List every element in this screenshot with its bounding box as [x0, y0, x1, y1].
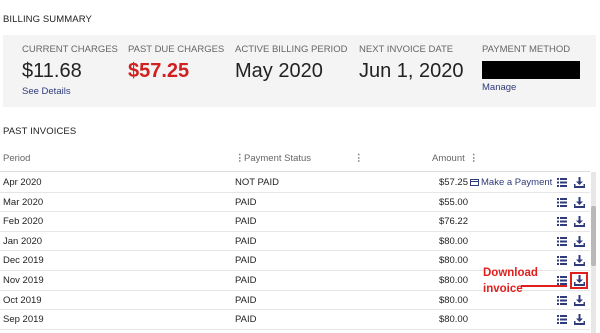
list-icon[interactable]	[557, 197, 567, 207]
manage-payment-link[interactable]: Manage	[482, 82, 580, 93]
active-billing-period: ACTIVE BILLING PERIOD May 2020	[235, 44, 347, 83]
invoice-amount: $55.00	[438, 196, 468, 208]
download-icon[interactable]	[574, 294, 585, 306]
invoice-period: Dec 2019	[3, 255, 44, 267]
active-period-label: ACTIVE BILLING PERIOD	[235, 44, 348, 55]
annotation-line-1: Download	[483, 267, 538, 279]
billing-summary-title: BILLING SUMMARY	[3, 14, 92, 25]
invoice-period: Nov 2019	[3, 274, 44, 286]
table-row: Jan 2020 PAID $80.00	[0, 232, 590, 252]
payment-method: PAYMENT METHOD Manage	[482, 44, 580, 93]
invoice-period: Mar 2020	[3, 196, 44, 208]
invoice-amount: $80.00	[438, 235, 468, 247]
invoice-amount: $80.00	[438, 274, 468, 286]
invoice-amount: $80.00	[438, 255, 468, 267]
invoice-amount: $57.25	[438, 177, 468, 188]
download-icon[interactable]	[574, 235, 585, 247]
list-icon[interactable]	[557, 178, 567, 187]
list-icon[interactable]	[557, 275, 567, 285]
annotation-arrow	[521, 285, 567, 287]
list-icon[interactable]	[557, 256, 567, 266]
invoices-table: Period ⋮ Payment Status ⋮ Amount ⋮ Apr 2…	[0, 146, 600, 333]
invoice-period: Oct 2019	[3, 294, 42, 306]
download-icon[interactable]	[574, 255, 585, 267]
past-due-charges: PAST DUE CHARGES $57.25	[128, 44, 224, 83]
column-header-status[interactable]: Payment Status	[244, 153, 311, 164]
payment-status: PAID	[235, 314, 257, 326]
column-header-amount[interactable]: Amount	[432, 153, 465, 164]
table-row: Sep 2019 PAID $80.00	[0, 310, 590, 330]
invoice-amount: $80.00	[438, 314, 468, 326]
credit-card-icon	[470, 178, 479, 186]
column-header-period[interactable]: Period	[3, 153, 30, 164]
payment-method-redacted	[482, 61, 580, 79]
download-icon[interactable]	[574, 177, 585, 188]
table-header: Period ⋮ Payment Status ⋮ Amount ⋮	[0, 146, 590, 172]
table-scrollbar[interactable]	[591, 172, 596, 333]
next-invoice-date: NEXT INVOICE DATE Jun 1, 2020	[359, 44, 464, 83]
see-details-link[interactable]: See Details	[22, 86, 118, 97]
payment-status: PAID	[235, 196, 257, 208]
payment-status: PAID	[235, 216, 257, 228]
download-icon[interactable]	[574, 216, 585, 228]
invoice-period: Sep 2019	[3, 314, 44, 326]
table-row: Mar 2020 PAID $55.00	[0, 193, 590, 213]
past-due-value: $57.25	[128, 60, 190, 82]
payment-status: PAID	[235, 274, 257, 286]
invoice-period: Jan 2020	[3, 235, 43, 247]
next-invoice-value: Jun 1, 2020	[359, 60, 464, 82]
download-icon[interactable]	[574, 314, 585, 326]
download-highlight-box	[570, 271, 588, 289]
payment-status: NOT PAID	[235, 177, 279, 188]
make-payment-label: Make a Payment	[481, 177, 553, 188]
payment-status: PAID	[235, 235, 257, 247]
invoice-amount: $76.22	[438, 216, 468, 228]
column-resize-handle[interactable]: ⋮	[469, 153, 479, 164]
billing-summary-panel: CURRENT CHARGES $11.68 See Details PAST …	[3, 35, 596, 107]
list-icon[interactable]	[557, 295, 567, 305]
download-icon[interactable]	[574, 196, 585, 208]
download-invoice-annotation: Download invoice	[483, 265, 538, 297]
invoice-amount: $80.00	[438, 294, 468, 306]
annotation-line-2: invoice	[483, 283, 523, 295]
table-row: Apr 2020 NOT PAID $57.25 Make a Payment	[0, 173, 590, 193]
past-due-label: PAST DUE CHARGES	[128, 44, 225, 55]
active-period-value: May 2020	[235, 60, 323, 82]
table-row: Feb 2020 PAID $76.22	[0, 212, 590, 232]
list-icon[interactable]	[557, 315, 567, 325]
scrollbar-thumb[interactable]	[591, 206, 596, 266]
payment-status: PAID	[235, 294, 257, 306]
invoice-period: Apr 2020	[3, 177, 42, 188]
payment-status: PAID	[235, 255, 257, 267]
current-charges-label: CURRENT CHARGES	[22, 44, 118, 55]
payment-method-label: PAYMENT METHOD	[482, 44, 571, 55]
list-icon[interactable]	[557, 236, 567, 246]
list-icon[interactable]	[557, 217, 567, 227]
table-body: Apr 2020 NOT PAID $57.25 Make a Payment …	[0, 173, 590, 330]
current-charges: CURRENT CHARGES $11.68 See Details	[22, 44, 118, 97]
past-invoices-title: PAST INVOICES	[3, 126, 77, 137]
column-resize-handle[interactable]: ⋮	[354, 153, 364, 164]
current-charges-value: $11.68	[22, 60, 82, 82]
invoice-period: Feb 2020	[3, 216, 44, 228]
next-invoice-label: NEXT INVOICE DATE	[359, 44, 454, 55]
make-payment-link[interactable]: Make a Payment	[470, 177, 552, 188]
